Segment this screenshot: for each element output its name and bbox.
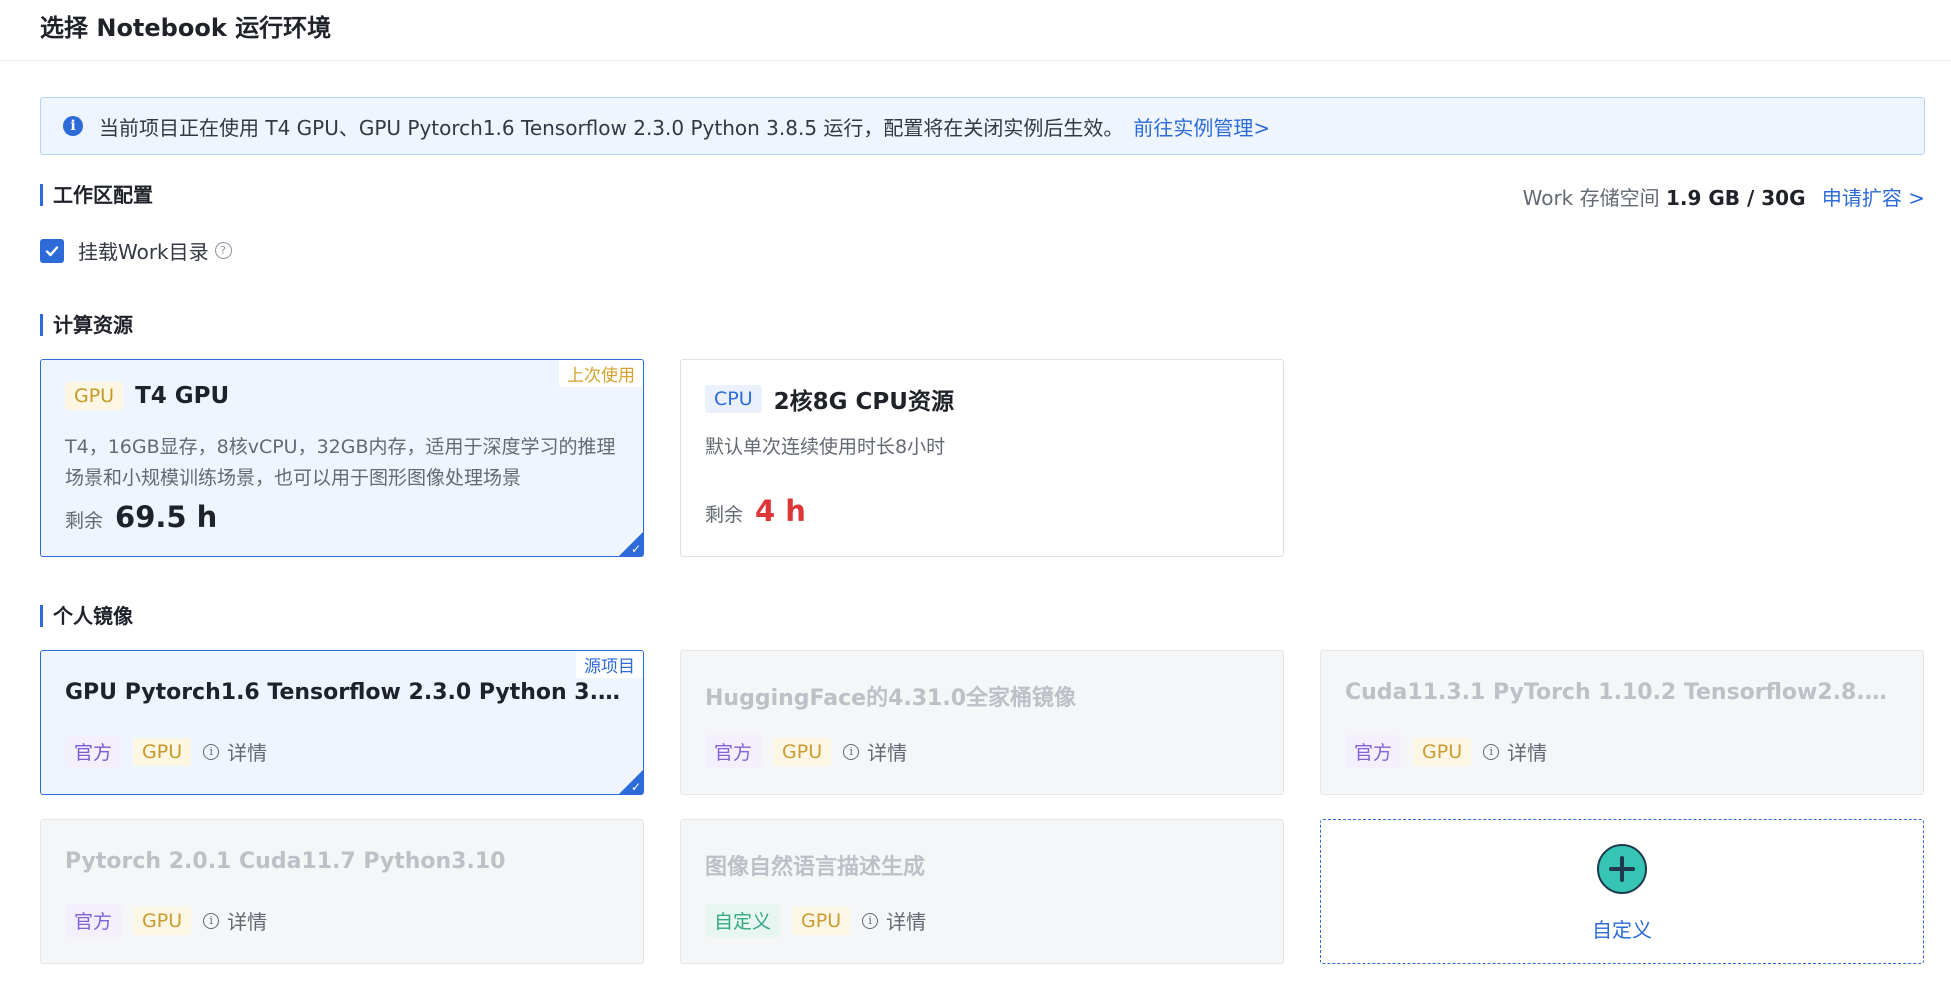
detail-label: 详情 bbox=[867, 741, 908, 765]
add-custom-image-button[interactable]: 自定义 bbox=[1320, 819, 1924, 964]
storage-value: 1.9 GB / 30G bbox=[1665, 186, 1806, 210]
mount-work-checkbox[interactable] bbox=[40, 238, 64, 263]
help-icon[interactable]: ? bbox=[214, 242, 232, 259]
compute-section-title: 计算资源 bbox=[40, 314, 133, 336]
info-icon: i bbox=[63, 116, 83, 136]
resource-description: T4，16GB显存，8核vCPU，32GB内存，适用于深度学习的推理场景和小规模… bbox=[65, 436, 616, 489]
image-name: HuggingFace的4.31.0全家桶镜像 bbox=[705, 686, 1077, 711]
detail-link[interactable]: i 详情 bbox=[843, 737, 907, 766]
info-circle-icon: i bbox=[203, 743, 220, 760]
resource-name: 2核8G CPU资源 bbox=[773, 389, 954, 415]
detail-link[interactable]: i 详情 bbox=[203, 737, 267, 766]
resource-card-t4-gpu[interactable]: 上次使用 GPU T4 GPU T4，16GB显存，8核vCPU，32GB内存，… bbox=[40, 359, 644, 557]
remain-value: 69.5 h bbox=[115, 500, 218, 534]
page-header: 选择 Notebook 运行环境 bbox=[0, 0, 1951, 61]
image-name: Pytorch 2.0.1 Cuda11.7 Python3.10 bbox=[65, 849, 506, 874]
source-project-badge: 源项目 bbox=[576, 651, 643, 678]
mount-work-label: 挂载Work目录 bbox=[78, 240, 209, 264]
resource-description: 默认单次连续使用时长8小时 bbox=[705, 436, 946, 458]
request-expansion-link[interactable]: 申请扩容 > bbox=[1822, 186, 1925, 210]
workspace-section-title: 工作区配置 bbox=[40, 184, 153, 206]
gpu-tag: GPU bbox=[133, 906, 192, 935]
custom-tag: 自定义 bbox=[705, 904, 781, 937]
gpu-tag: GPU bbox=[792, 906, 851, 935]
resource-card-cpu[interactable]: CPU 2核8G CPU资源 默认单次连续使用时长8小时 剩余 4 h bbox=[680, 359, 1284, 557]
detail-label: 详情 bbox=[886, 910, 927, 934]
image-card-cuda11-3-1[interactable]: Cuda11.3.1 PyTorch 1.10.2 Tensorflow2.8.… bbox=[1320, 650, 1924, 795]
storage-info: Work 存储空间 1.9 GB / 30G 申请扩容 > bbox=[1523, 182, 1925, 211]
checkmark-icon: ✓ bbox=[630, 542, 641, 556]
plus-circle-icon bbox=[1597, 844, 1647, 894]
gpu-tag: GPU bbox=[65, 382, 124, 410]
image-name: 图像自然语言描述生成 bbox=[705, 855, 926, 880]
official-tag: 官方 bbox=[1345, 735, 1402, 768]
cpu-tag: CPU bbox=[705, 385, 762, 413]
image-card-image-caption[interactable]: 图像自然语言描述生成 自定义 GPU i 详情 bbox=[680, 819, 1284, 964]
checkmark-icon: ✓ bbox=[630, 780, 641, 794]
remain-value: 4 h bbox=[755, 494, 806, 528]
info-circle-icon: i bbox=[1483, 743, 1500, 760]
detail-label: 详情 bbox=[227, 741, 268, 765]
image-card-gpu-pytorch-1-6[interactable]: 源项目 GPU Pytorch1.6 Tensorflow 2.3.0 Pyth… bbox=[40, 650, 644, 795]
official-tag: 官方 bbox=[65, 735, 122, 768]
info-notice: i 当前项目正在使用 T4 GPU、GPU Pytorch1.6 Tensorf… bbox=[40, 97, 1925, 155]
info-circle-icon: i bbox=[203, 912, 220, 929]
plus-icon bbox=[1609, 856, 1635, 882]
instance-management-link[interactable]: 前往实例管理> bbox=[1133, 112, 1270, 141]
mount-work-option[interactable]: 挂载Work目录 ? bbox=[40, 236, 232, 265]
custom-image-label: 自定义 bbox=[1592, 918, 1652, 942]
official-tag: 官方 bbox=[705, 735, 762, 768]
last-used-badge: 上次使用 bbox=[559, 360, 643, 387]
gpu-tag: GPU bbox=[773, 737, 832, 766]
gpu-tag: GPU bbox=[1413, 737, 1472, 766]
detail-link[interactable]: i 详情 bbox=[203, 906, 267, 935]
image-card-huggingface[interactable]: HuggingFace的4.31.0全家桶镜像 官方 GPU i 详情 bbox=[680, 650, 1284, 795]
image-name: GPU Pytorch1.6 Tensorflow 2.3.0 Python 3… bbox=[65, 680, 620, 705]
info-circle-icon: i bbox=[843, 743, 860, 760]
images-section-title: 个人镜像 bbox=[40, 605, 133, 627]
resource-name: T4 GPU bbox=[135, 383, 230, 409]
remain-label: 剩余 bbox=[65, 510, 104, 532]
detail-link[interactable]: i 详情 bbox=[1483, 737, 1547, 766]
notice-text: 当前项目正在使用 T4 GPU、GPU Pytorch1.6 Tensorflo… bbox=[99, 115, 1124, 140]
check-icon bbox=[45, 245, 59, 256]
detail-label: 详情 bbox=[1507, 741, 1548, 765]
image-name: Cuda11.3.1 PyTorch 1.10.2 Tensorflow2.8.… bbox=[1345, 680, 1900, 705]
storage-label: Work 存储空间 bbox=[1522, 186, 1660, 210]
image-card-pytorch-2-0-1[interactable]: Pytorch 2.0.1 Cuda11.7 Python3.10 官方 GPU… bbox=[40, 819, 644, 964]
gpu-tag: GPU bbox=[133, 737, 192, 766]
remain-label: 剩余 bbox=[705, 504, 744, 526]
page-title: 选择 Notebook 运行环境 bbox=[40, 14, 332, 42]
detail-label: 详情 bbox=[227, 910, 268, 934]
detail-link[interactable]: i 详情 bbox=[862, 906, 926, 935]
official-tag: 官方 bbox=[65, 904, 122, 937]
info-circle-icon: i bbox=[862, 912, 879, 929]
